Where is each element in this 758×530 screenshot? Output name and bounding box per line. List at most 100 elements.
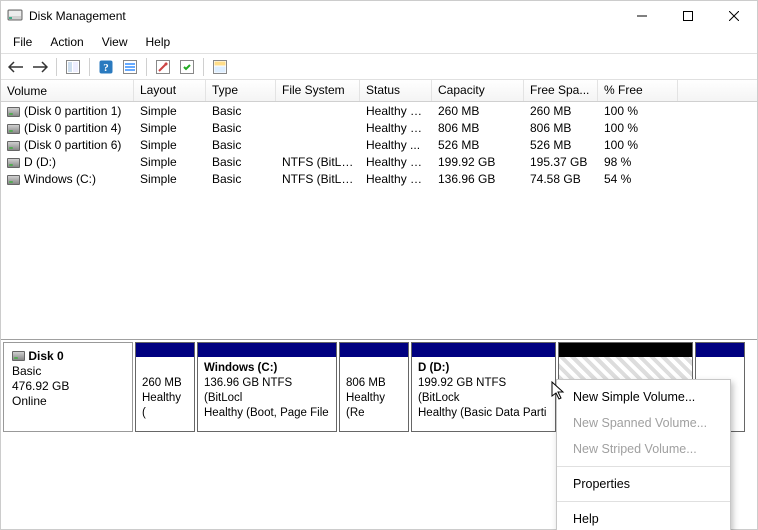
- partition-header-bar: [696, 343, 744, 357]
- volumes-list[interactable]: (Disk 0 partition 1) Simple Basic Health…: [1, 102, 757, 339]
- volume-free: 260 MB: [524, 104, 598, 118]
- refresh-button[interactable]: [119, 56, 141, 78]
- titlebar: Disk Management: [1, 1, 757, 31]
- partition-block[interactable]: 806 MB Healthy (Re: [339, 342, 409, 432]
- disk-label: Disk 0: [28, 349, 63, 363]
- volume-name: (Disk 0 partition 6): [24, 138, 121, 152]
- menu-file[interactable]: File: [5, 33, 40, 51]
- volume-layout: Simple: [134, 138, 206, 152]
- volume-capacity: 526 MB: [432, 138, 524, 152]
- volume-pct: 98 %: [598, 155, 678, 169]
- partition-size: 260 MB: [142, 376, 188, 391]
- partition-size: 199.92 GB NTFS (BitLock: [418, 376, 549, 406]
- drive-icon: [7, 175, 20, 185]
- action-button[interactable]: [176, 56, 198, 78]
- volume-type: Basic: [206, 138, 276, 152]
- drive-icon: [7, 141, 20, 151]
- menubar: File Action View Help: [1, 31, 757, 53]
- maximize-button[interactable]: [665, 1, 711, 31]
- volume-pct: 100 %: [598, 121, 678, 135]
- partition-title: Windows (C:): [204, 362, 277, 374]
- col-capacity[interactable]: Capacity: [432, 80, 524, 101]
- toolbar-separator: [56, 58, 57, 76]
- ctx-help[interactable]: Help: [557, 506, 730, 530]
- volume-capacity: 260 MB: [432, 104, 524, 118]
- volume-status: Healthy (B...: [360, 155, 432, 169]
- disk-size: 476.92 GB: [12, 379, 124, 394]
- drive-icon: [7, 124, 20, 134]
- volume-pct: 54 %: [598, 172, 678, 186]
- list-view-button[interactable]: [209, 56, 231, 78]
- menu-action[interactable]: Action: [42, 33, 91, 51]
- show-hide-tree-button[interactable]: [62, 56, 84, 78]
- partition-block[interactable]: 260 MB Healthy (: [135, 342, 195, 432]
- partition-header-bar: [412, 343, 555, 357]
- partition-header-bar: [559, 343, 692, 357]
- partition-header-bar: [198, 343, 336, 357]
- volume-free: 526 MB: [524, 138, 598, 152]
- toolbar-separator: [89, 58, 90, 76]
- volume-type: Basic: [206, 172, 276, 186]
- back-button[interactable]: [5, 56, 27, 78]
- col-status[interactable]: Status: [360, 80, 432, 101]
- col-type[interactable]: Type: [206, 80, 276, 101]
- disk-type: Basic: [12, 364, 124, 379]
- ctx-new-spanned-volume: New Spanned Volume...: [557, 410, 730, 436]
- context-menu: New Simple Volume... New Spanned Volume.…: [556, 379, 731, 530]
- volume-status: Healthy (E...: [360, 104, 432, 118]
- menu-help[interactable]: Help: [138, 33, 179, 51]
- context-menu-separator: [557, 501, 730, 502]
- volume-row[interactable]: D (D:) Simple Basic NTFS (BitLo... Healt…: [1, 153, 757, 170]
- ctx-new-striped-volume: New Striped Volume...: [557, 436, 730, 462]
- partition-size: 136.96 GB NTFS (BitLocl: [204, 376, 330, 406]
- drive-icon: [7, 107, 20, 117]
- col-spacer: [678, 80, 757, 101]
- col-file-system[interactable]: File System: [276, 80, 360, 101]
- volume-row[interactable]: Windows (C:) Simple Basic NTFS (BitLo...…: [1, 170, 757, 187]
- disk-management-window: Disk Management File Action View Help: [0, 0, 758, 530]
- disk-icon: [12, 351, 25, 361]
- minimize-button[interactable]: [619, 1, 665, 31]
- ctx-properties[interactable]: Properties: [557, 471, 730, 497]
- toolbar-separator: [146, 58, 147, 76]
- settings-button[interactable]: [152, 56, 174, 78]
- volume-layout: Simple: [134, 121, 206, 135]
- close-button[interactable]: [711, 1, 757, 31]
- volume-pct: 100 %: [598, 104, 678, 118]
- volume-type: Basic: [206, 104, 276, 118]
- col-volume[interactable]: Volume: [1, 80, 134, 101]
- ctx-new-simple-volume[interactable]: New Simple Volume...: [557, 384, 730, 410]
- help-button[interactable]: ?: [95, 56, 117, 78]
- volume-layout: Simple: [134, 172, 206, 186]
- partition-status: Healthy (: [142, 391, 188, 421]
- drive-icon: [7, 158, 20, 168]
- volume-type: Basic: [206, 155, 276, 169]
- forward-button[interactable]: [29, 56, 51, 78]
- partition-block[interactable]: D (D:) 199.92 GB NTFS (BitLock Healthy (…: [411, 342, 556, 432]
- disk-info-block[interactable]: Disk 0 Basic 476.92 GB Online: [3, 342, 133, 432]
- volume-row[interactable]: (Disk 0 partition 6) Simple Basic Health…: [1, 136, 757, 153]
- col-percent-free[interactable]: % Free: [598, 80, 678, 101]
- volume-layout: Simple: [134, 155, 206, 169]
- volume-type: Basic: [206, 121, 276, 135]
- volume-status: Healthy (R...: [360, 121, 432, 135]
- partition-status: Healthy (Basic Data Parti: [418, 406, 549, 421]
- col-free-space[interactable]: Free Spa...: [524, 80, 598, 101]
- volume-fs: NTFS (BitLo...: [276, 172, 360, 186]
- volume-fs: NTFS (BitLo...: [276, 155, 360, 169]
- partition-block[interactable]: Windows (C:) 136.96 GB NTFS (BitLocl Hea…: [197, 342, 337, 432]
- window-title: Disk Management: [29, 9, 126, 23]
- svg-text:?: ?: [103, 62, 109, 74]
- menu-view[interactable]: View: [94, 33, 136, 51]
- volume-status: Healthy ...: [360, 138, 432, 152]
- volume-capacity: 199.92 GB: [432, 155, 524, 169]
- volume-layout: Simple: [134, 104, 206, 118]
- partition-status: Healthy (Boot, Page File: [204, 406, 330, 421]
- col-layout[interactable]: Layout: [134, 80, 206, 101]
- volume-row[interactable]: (Disk 0 partition 1) Simple Basic Health…: [1, 102, 757, 119]
- volume-capacity: 136.96 GB: [432, 172, 524, 186]
- volume-name: D (D:): [24, 155, 56, 169]
- volume-row[interactable]: (Disk 0 partition 4) Simple Basic Health…: [1, 119, 757, 136]
- volume-capacity: 806 MB: [432, 121, 524, 135]
- context-menu-separator: [557, 466, 730, 467]
